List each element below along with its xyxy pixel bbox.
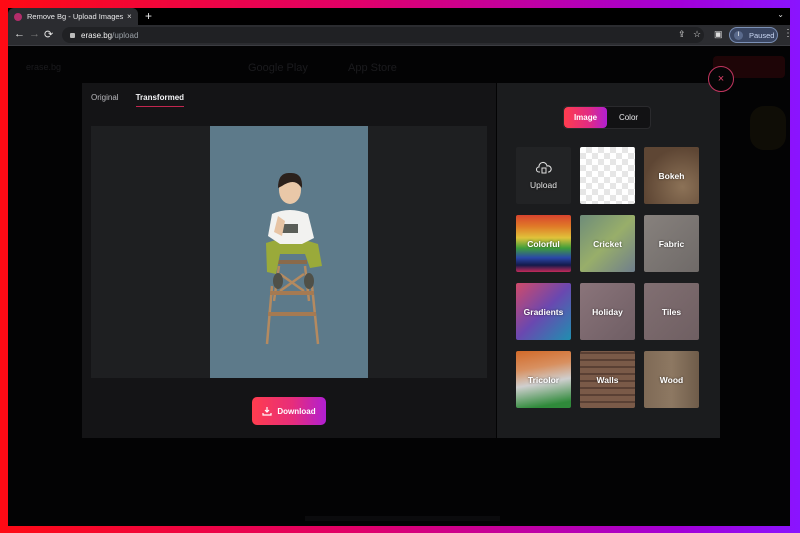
view-tabs: Original Transformed: [91, 93, 185, 107]
browser-menu-icon[interactable]: ⋮: [783, 28, 790, 39]
profile-status: Paused: [749, 30, 775, 40]
background-option-wood[interactable]: Wood: [644, 351, 699, 408]
background-label: Holiday: [592, 306, 623, 317]
background-label: Colorful: [527, 238, 560, 249]
background-option-walls[interactable]: Walls: [580, 351, 635, 408]
background-option-holiday[interactable]: Holiday: [580, 283, 635, 340]
background-label: Tricolor: [527, 374, 560, 385]
forward-icon[interactable]: →: [29, 28, 40, 40]
background-option-fabric[interactable]: Fabric: [644, 215, 699, 272]
background-option-colorful[interactable]: Colorful: [516, 215, 571, 272]
favicon-icon: [14, 12, 22, 21]
bookmark-star-icon[interactable]: ☆: [693, 29, 701, 40]
address-bar[interactable]: erase.bg /upload: [62, 27, 704, 43]
new-tab-button[interactable]: +: [145, 9, 152, 23]
tab-bar: Remove Bg - Upload Images to × + ⌄: [8, 8, 790, 25]
background-label: Cricket: [593, 238, 622, 249]
background-label: Tiles: [661, 306, 682, 317]
profile-button[interactable]: I Paused: [729, 27, 778, 43]
background-label: Walls: [596, 374, 619, 385]
cloud-upload-icon: [535, 161, 552, 174]
close-icon: ×: [717, 73, 725, 85]
result-photo: [210, 126, 368, 378]
app-store-link: App Store: [348, 62, 397, 74]
browser-window: Remove Bg - Upload Images to × + ⌄ ← → ⟳…: [8, 8, 790, 526]
url-host: erase.bg: [81, 30, 113, 40]
decoration: [750, 106, 786, 150]
background-grid: Upload Bokeh Colorful Cricket Fabric Gradient…: [516, 147, 699, 408]
back-icon[interactable]: ←: [14, 28, 25, 40]
transparent-background-option[interactable]: [580, 147, 635, 204]
background-label: Bokeh: [658, 170, 685, 181]
tab-search-icon[interactable]: ⌄: [777, 10, 784, 19]
download-icon: [262, 407, 272, 416]
close-modal-button[interactable]: ×: [708, 66, 734, 92]
background-option-tiles[interactable]: Tiles: [644, 283, 699, 340]
background-option-tricolor[interactable]: Tricolor: [516, 351, 571, 408]
upload-background-button[interactable]: Upload: [516, 147, 571, 204]
side-panel-icon[interactable]: ▣: [714, 29, 723, 40]
toggle-color[interactable]: Color: [607, 107, 650, 128]
site-logo: erase.bg: [26, 62, 62, 72]
preview-panel: Original Transformed Download: [82, 83, 496, 438]
toggle-image[interactable]: Image: [564, 107, 607, 128]
background-label: Gradients: [523, 306, 564, 317]
download-button[interactable]: Download: [252, 397, 326, 425]
image-preview: [91, 126, 487, 378]
footer-text: [305, 516, 500, 521]
site-header: erase.bg Google Play App Store: [8, 46, 790, 86]
tab-original[interactable]: Original: [91, 93, 119, 107]
child-on-stool-image: [265, 172, 322, 345]
background-label: Fabric: [658, 238, 685, 249]
background-option-gradients[interactable]: Gradients: [516, 283, 571, 340]
google-play-link: Google Play: [248, 62, 308, 74]
share-icon[interactable]: ⇪: [678, 29, 686, 40]
background-panel: Image Color Upload Bokeh Colorful Cricket Fa…: [497, 83, 720, 438]
tab-transformed[interactable]: Transformed: [135, 93, 185, 107]
lock-icon: [70, 32, 75, 38]
avatar: I: [734, 30, 743, 40]
browser-toolbar: ← → ⟳ erase.bg /upload ⇪ ☆ ▣ I Paused ⋮: [8, 25, 790, 46]
download-label: Download: [277, 406, 316, 416]
background-option-cricket[interactable]: Cricket: [580, 215, 635, 272]
tab-close-icon[interactable]: ×: [127, 12, 132, 21]
background-label: Upload: [530, 180, 557, 190]
background-option-bokeh[interactable]: Bokeh: [644, 147, 699, 204]
tab-title: Remove Bg - Upload Images to: [27, 12, 123, 21]
background-type-toggle: Image Color: [563, 106, 651, 129]
reload-icon[interactable]: ⟳: [44, 28, 53, 41]
background-label: Wood: [659, 374, 684, 385]
url-path: /upload: [112, 30, 139, 40]
browser-tab[interactable]: Remove Bg - Upload Images to ×: [8, 8, 138, 25]
